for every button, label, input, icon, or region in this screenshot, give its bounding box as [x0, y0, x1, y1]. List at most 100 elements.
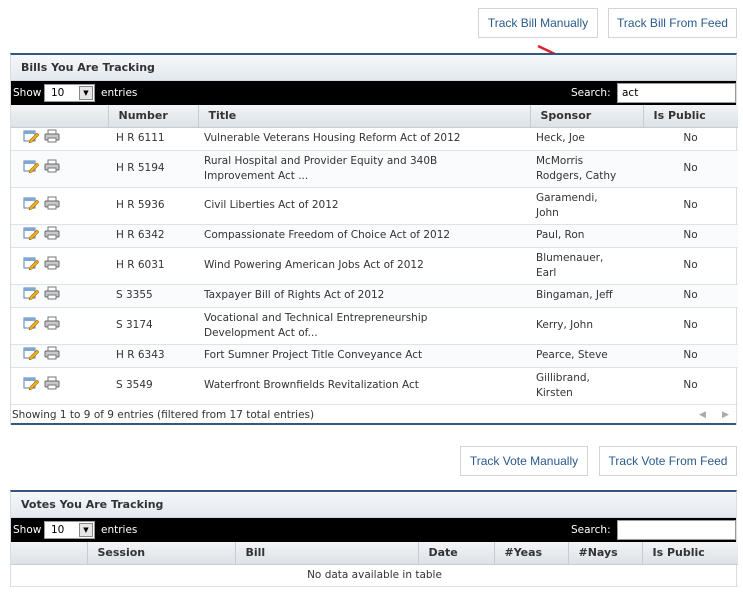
bill-sponsor-line: Paul, Ron — [536, 229, 585, 241]
bill-number: S 3355 — [108, 284, 198, 308]
votes-panel: Votes You Are Tracking Show 10 ▼ entries … — [10, 490, 738, 587]
bill-title-line: Fort Sumner Project Title Conveyance Act — [204, 349, 423, 361]
entries-label: entries — [101, 87, 138, 99]
edit-icon[interactable] — [23, 376, 40, 395]
column-header-is-public[interactable]: Is Public — [641, 542, 738, 565]
track-vote-from-feed-button[interactable]: Track Vote From Feed — [599, 446, 737, 476]
edit-icon[interactable] — [23, 316, 40, 335]
row-actions — [11, 224, 108, 248]
bill-is-public: No — [643, 127, 738, 151]
bill-title: Rural Hospital and Provider Equity and 3… — [198, 150, 530, 188]
track-bill-manually-button[interactable]: Track Bill Manually — [478, 8, 598, 38]
bill-number: H R 5194 — [108, 150, 198, 188]
bill-is-public: No — [643, 284, 738, 308]
bill-sponsor-line: Garamendi, — [536, 191, 598, 204]
bills-table-controls: Show 10 ▼ entries Search: act — [11, 81, 736, 105]
bill-title-line: Vocational and Technical Entrepreneurshi… — [204, 311, 428, 324]
bill-number: H R 6111 — [108, 127, 198, 151]
table-row[interactable]: H R 6031 Wind Powering American Jobs Act … — [11, 247, 738, 285]
entries-label: entries — [101, 524, 138, 536]
votes-entries-select[interactable]: 10 ▼ — [44, 521, 95, 539]
table-row[interactable]: H R 5936 Civil Liberties Act of 2012 Garam… — [11, 187, 738, 225]
print-icon[interactable] — [44, 226, 60, 245]
print-icon[interactable] — [44, 376, 60, 395]
print-icon[interactable] — [44, 346, 60, 365]
column-header-bill[interactable]: Bill — [234, 542, 418, 565]
bill-number: H R 6343 — [108, 344, 198, 368]
print-icon[interactable] — [44, 286, 60, 305]
bill-is-public: No — [643, 224, 738, 248]
bill-sponsor-line: Kirsten — [536, 386, 573, 399]
bill-number: H R 5936 — [108, 187, 198, 225]
column-header-yeas[interactable]: #Yeas — [493, 542, 568, 565]
bills-entries-select[interactable]: 10 ▼ — [44, 84, 95, 102]
table-row[interactable]: H R 6342 Compassionate Freedom of Choice … — [11, 224, 738, 248]
edit-icon[interactable] — [23, 346, 40, 365]
edit-icon[interactable] — [23, 129, 40, 148]
column-header-nays[interactable]: #Nays — [567, 542, 642, 565]
votes-search-input[interactable] — [617, 520, 736, 540]
bill-sponsor: Bingaman, Jeff — [530, 284, 643, 308]
print-icon[interactable] — [44, 159, 60, 178]
row-actions — [11, 284, 108, 308]
bill-title-line: Taxpayer Bill of Rights Act of 2012 — [204, 289, 385, 301]
bill-sponsor-line: Blumenauer, — [536, 251, 604, 264]
next-page-icon[interactable]: ▶ — [722, 405, 729, 425]
column-header-session[interactable]: Session — [86, 542, 235, 565]
bill-sponsor: Pearce, Steve — [530, 344, 643, 368]
bill-sponsor-line: Heck, Joe — [536, 132, 585, 144]
bill-title-line: Wind Powering American Jobs Act of 2012 — [204, 259, 424, 271]
bill-sponsor-line: Rodgers, Cathy — [536, 169, 617, 182]
table-row[interactable]: S 3174 Vocational and Technical Entrepren… — [11, 307, 738, 345]
bills-table: Number Title Sponsor Is Public H R 6111 V… — [11, 105, 738, 405]
print-icon[interactable] — [44, 196, 60, 215]
edit-icon[interactable] — [23, 159, 40, 178]
row-actions — [11, 307, 108, 345]
bill-number: H R 6342 — [108, 224, 198, 248]
bill-number: H R 6031 — [108, 247, 198, 285]
edit-icon[interactable] — [23, 256, 40, 275]
table-row[interactable]: S 3549 Waterfront Brownfields Revitalizat… — [11, 367, 738, 405]
bill-is-public: No — [643, 187, 738, 225]
bill-title: Waterfront Brownfields Revitalization Ac… — [198, 367, 530, 405]
edit-icon[interactable] — [23, 196, 40, 215]
track-bill-from-feed-button[interactable]: Track Bill From Feed — [608, 8, 737, 38]
print-icon[interactable] — [44, 129, 60, 148]
chevron-down-icon[interactable]: ▼ — [79, 86, 93, 100]
chevron-down-icon[interactable]: ▼ — [79, 523, 93, 537]
bill-title: Compassionate Freedom of Choice Act of 2… — [198, 224, 530, 248]
column-header-actions — [11, 105, 108, 128]
bill-title-line: Development Act of... — [204, 326, 318, 339]
table-row[interactable]: H R 5194 Rural Hospital and Provider Equi… — [11, 150, 738, 188]
column-header-actions — [11, 542, 87, 565]
bill-sponsor-line: Kerry, John — [536, 319, 593, 331]
bill-sponsor: Kerry, John — [530, 307, 643, 345]
print-icon[interactable] — [44, 256, 60, 275]
print-icon[interactable] — [44, 316, 60, 335]
bill-sponsor: Paul, Ron — [530, 224, 643, 248]
column-header-sponsor[interactable]: Sponsor — [529, 105, 643, 128]
table-row[interactable]: H R 6343 Fort Sumner Project Title Convey… — [11, 344, 738, 368]
column-header-number[interactable]: Number — [107, 105, 198, 128]
bill-sponsor: Gillibrand, Kirsten — [530, 367, 643, 405]
show-label: Show — [13, 87, 42, 99]
bill-title: Vocational and Technical Entrepreneurshi… — [198, 307, 530, 345]
table-row[interactable]: S 3355 Taxpayer Bill of Rights Act of 201… — [11, 284, 738, 308]
bill-sponsor: McMorris Rodgers, Cathy — [530, 150, 643, 188]
edit-icon[interactable] — [23, 286, 40, 305]
bill-title-line: Waterfront Brownfields Revitalization Ac… — [204, 379, 419, 391]
bill-title: Vulnerable Veterans Housing Reform Act o… — [198, 127, 530, 151]
column-header-title[interactable]: Title — [197, 105, 530, 128]
bill-number: S 3549 — [108, 367, 198, 405]
bills-search-input[interactable]: act — [617, 83, 736, 103]
column-header-is-public[interactable]: Is Public — [642, 105, 738, 128]
table-row[interactable]: H R 6111 Vulnerable Veterans Housing Refo… — [11, 127, 738, 151]
prev-page-icon[interactable]: ◀ — [699, 405, 706, 425]
bill-title-line: Vulnerable Veterans Housing Reform Act o… — [204, 132, 461, 144]
edit-icon[interactable] — [23, 226, 40, 245]
track-vote-manually-button[interactable]: Track Vote Manually — [460, 446, 588, 476]
bills-search-label: Search: — [571, 87, 611, 99]
bills-panel-title: Bills You Are Tracking — [11, 55, 736, 81]
bill-title: Civil Liberties Act of 2012 — [198, 187, 530, 225]
column-header-date[interactable]: Date — [417, 542, 494, 565]
